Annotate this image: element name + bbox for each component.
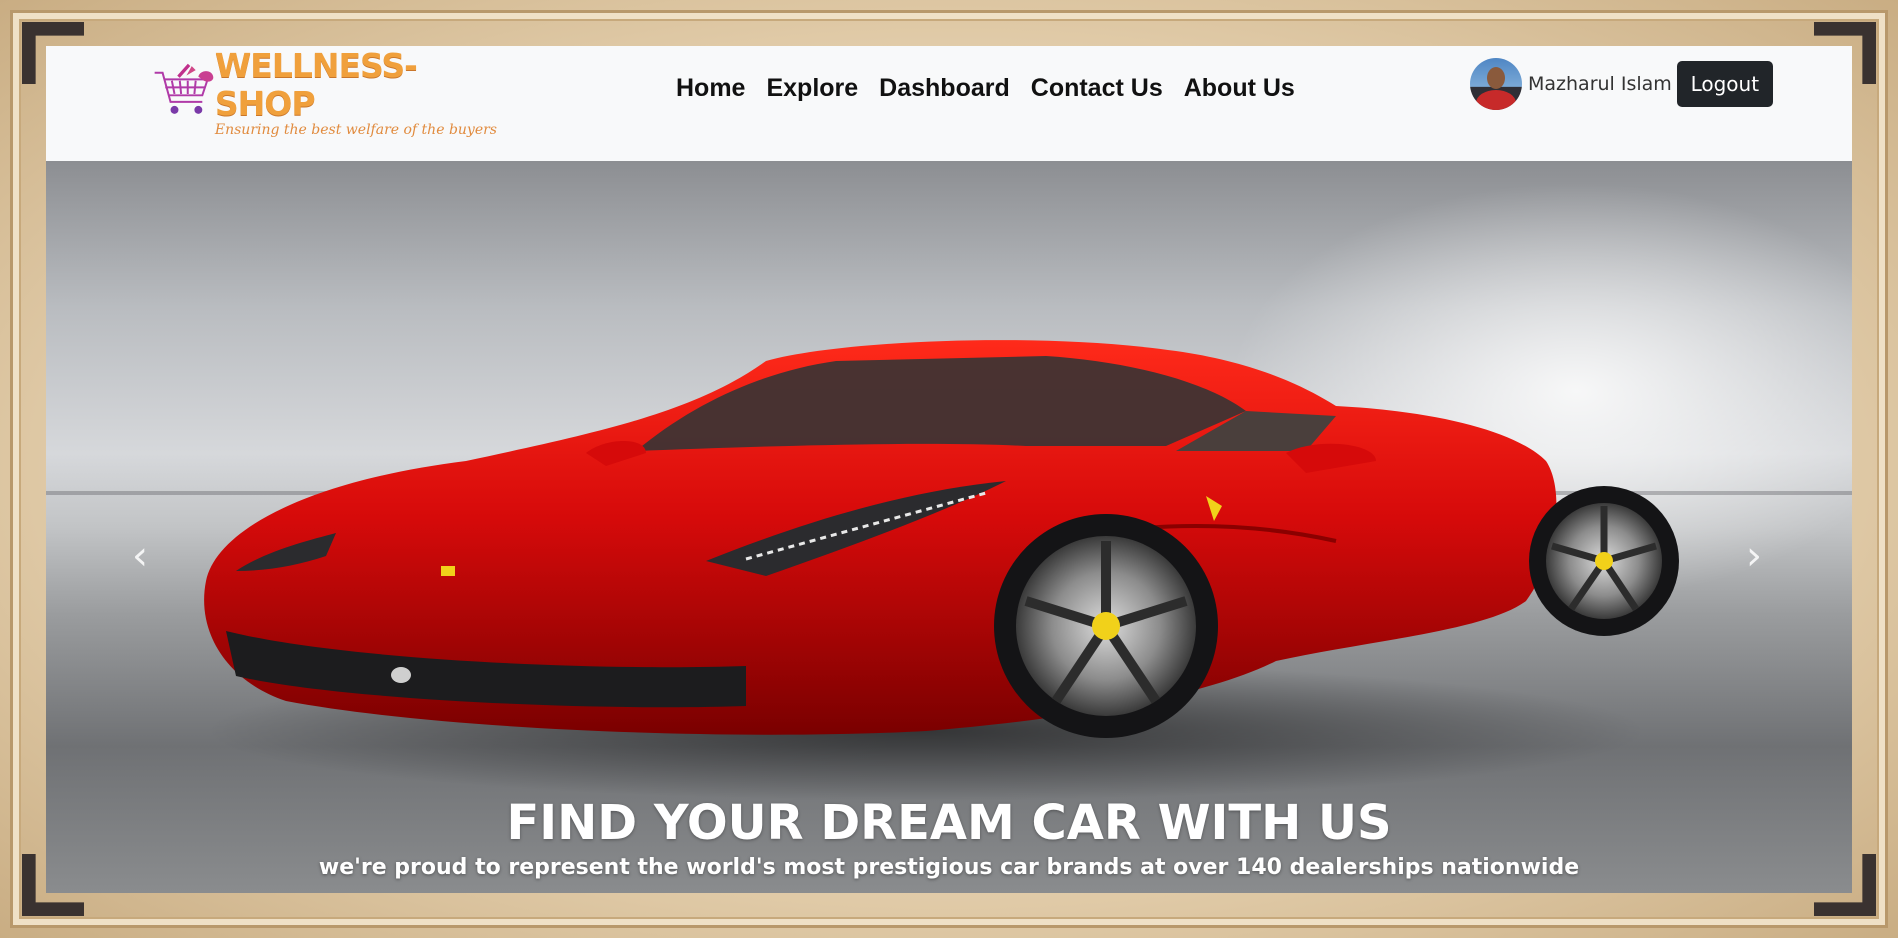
hero-title: FIND YOUR DREAM CAR WITH US	[506, 795, 1392, 851]
brand-logo[interactable]: WELLNESS-SHOP Ensuring the best welfare …	[152, 46, 497, 138]
brand-name: WELLNESS-SHOP	[214, 46, 418, 123]
red-sports-car-image	[204, 340, 1679, 801]
carousel-caption: FIND YOUR DREAM CAR WITH US we're proud …	[46, 795, 1852, 880]
brand-tagline: Ensuring the best welfare of the buyers	[214, 121, 497, 138]
avatar-body	[1476, 90, 1516, 110]
chevron-left-icon[interactable]: ‹	[132, 536, 156, 576]
shopping-cart-icon	[154, 63, 214, 114]
web-page: WELLNESS-SHOP Ensuring the best welfare …	[46, 46, 1852, 893]
hero-carousel: ‹ › FIND YOUR DREAM CAR WITH US we're pr…	[46, 161, 1852, 893]
logout-button[interactable]: Logout	[1676, 61, 1773, 107]
avatar[interactable]	[1470, 58, 1522, 110]
nav-home-link[interactable]: Home	[676, 74, 745, 103]
nav-contact-us-link[interactable]: Contact Us	[1031, 74, 1163, 103]
hero-subtitle: we're proud to represent the world's mos…	[318, 855, 1580, 880]
chevron-right-icon[interactable]: ›	[1746, 536, 1770, 576]
brand-text: WELLNESS-SHOP Ensuring the best welfare …	[214, 46, 497, 138]
user-area: Mazharul Islam Logout	[1470, 57, 1773, 111]
nav-explore-link[interactable]: Explore	[766, 74, 858, 103]
user-name: Mazharul Islam	[1528, 73, 1672, 95]
main-nav: Home Explore Dashboard Contact Us About …	[676, 70, 1316, 106]
avatar-face	[1487, 67, 1505, 89]
navbar: WELLNESS-SHOP Ensuring the best welfare …	[46, 46, 1852, 161]
nav-about-us-link[interactable]: About Us	[1184, 74, 1295, 103]
nav-dashboard-link[interactable]: Dashboard	[879, 74, 1010, 103]
